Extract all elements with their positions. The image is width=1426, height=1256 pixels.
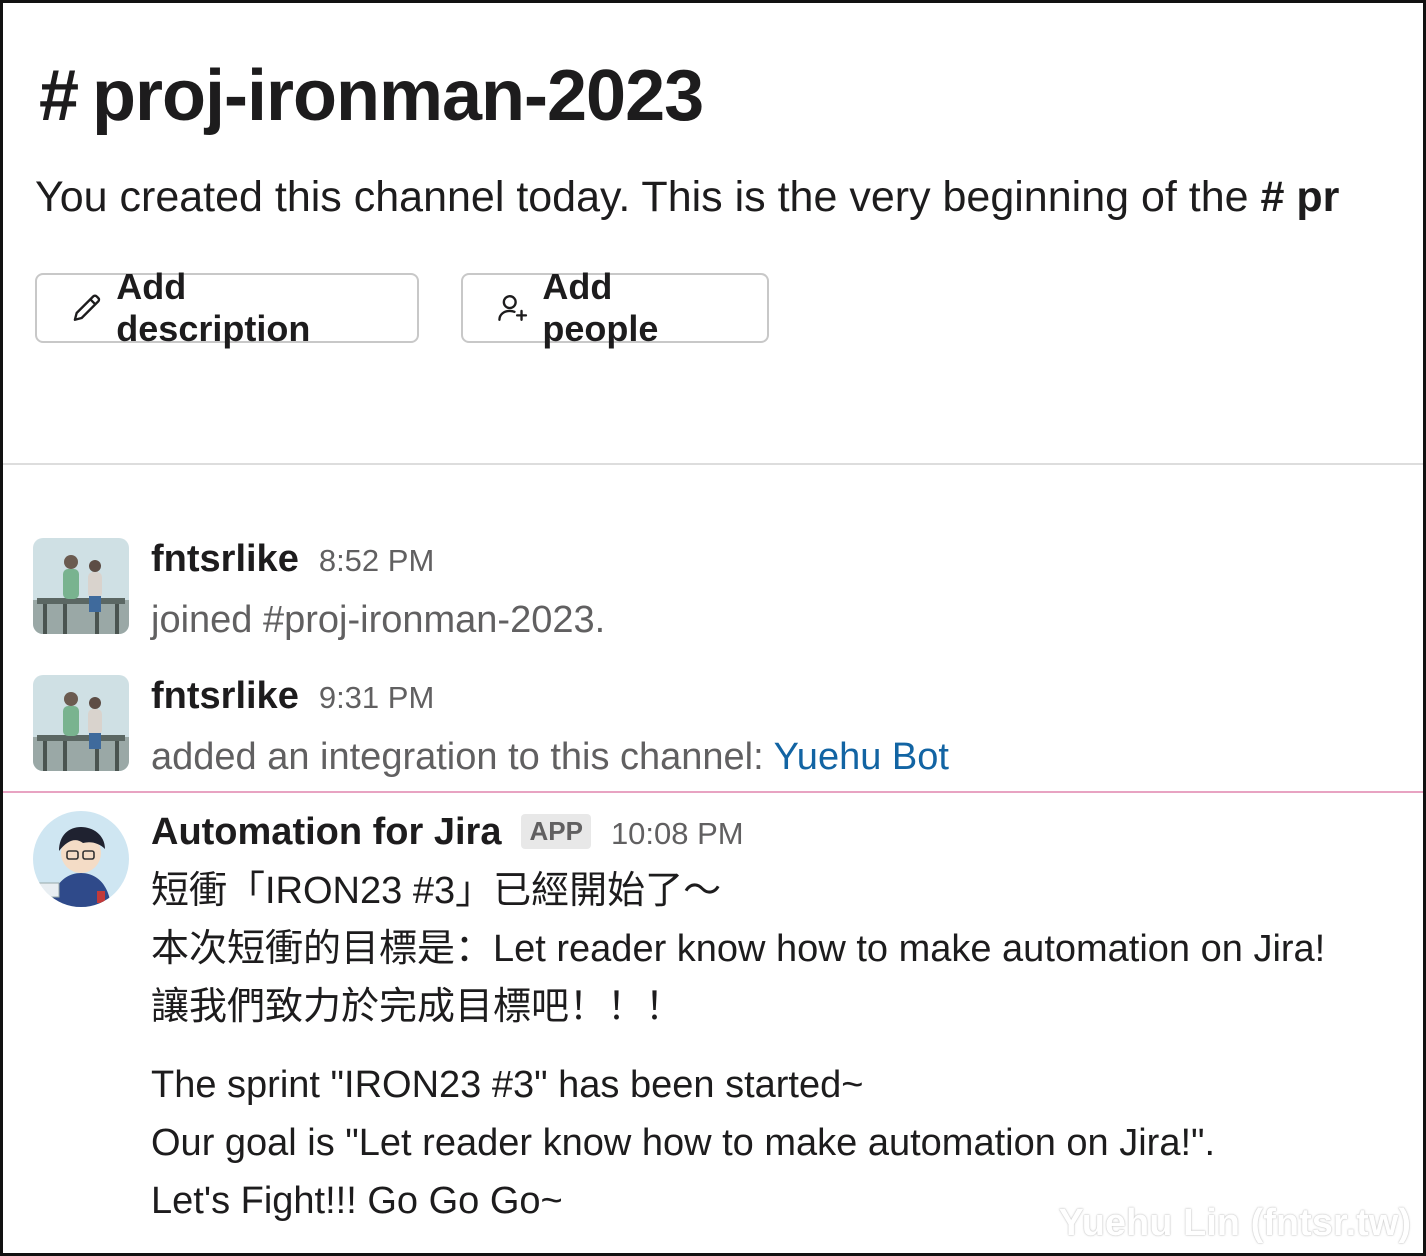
message-author[interactable]: fntsrlike — [151, 675, 299, 718]
pencil-icon — [73, 294, 101, 321]
avatar[interactable] — [33, 675, 129, 771]
message-author[interactable]: Automation for Jira — [151, 811, 501, 854]
message-line: 本次短衝的目標是：Let reader know how to make aut… — [151, 928, 1326, 970]
message-timestamp[interactable]: 8:52 PM — [319, 543, 434, 579]
message-text: joined #proj-ironman-2023. — [151, 599, 606, 641]
message-line: Our goal is "Let reader know how to make… — [151, 1122, 1216, 1164]
message-content: 短衝「IRON23 #3」已經開始了～ 本次短衝的目標是：Let reader … — [151, 862, 1403, 1230]
avatar-illustration-icon — [33, 811, 129, 907]
avatar-illustration-icon — [33, 538, 129, 634]
watermark: Yuehu Lin (fntsr.tw) — [1058, 1202, 1411, 1244]
channel-title: # proj-ironman-2023 — [39, 55, 704, 137]
message-body: fntsrlike 8:52 PM joined #proj-ironman-2… — [151, 538, 1403, 642]
channel-view: # proj-ironman-2023 You created this chan… — [0, 0, 1426, 1256]
message-timestamp[interactable]: 9:31 PM — [319, 680, 434, 716]
message-line: The sprint "IRON23 #3" has been started~ — [151, 1064, 864, 1106]
integration-link[interactable]: Yuehu Bot — [774, 736, 949, 778]
message-line: 讓我們致力於完成目標吧！！！ — [151, 986, 684, 1028]
add-description-label: Add description — [116, 266, 311, 349]
channel-intro: You created this channel today. This is … — [35, 173, 1339, 222]
add-people-button[interactable]: Add people — [461, 266, 769, 349]
message-author[interactable]: fntsrlike — [151, 538, 299, 581]
add-people-label: Add people — [542, 266, 659, 349]
avatar[interactable] — [33, 811, 129, 907]
add-description-button[interactable]: Add description — [35, 266, 419, 349]
message-body: Automation for Jira APP 10:08 PM 短衝「IRON… — [151, 811, 1403, 1230]
message-header: Automation for Jira APP 10:08 PM — [151, 811, 1403, 854]
message-text: added an integration to this channel: Yu… — [151, 736, 1403, 779]
app-badge: APP — [521, 814, 591, 849]
intro-channel-link[interactable]: # pr — [1261, 173, 1340, 221]
message-timestamp[interactable]: 10:08 PM — [611, 816, 744, 852]
intro-text: You created this channel today. This is … — [35, 173, 1249, 221]
header-divider — [3, 463, 1423, 465]
message-body: fntsrlike 9:31 PM added an integration t… — [151, 675, 1403, 779]
avatar[interactable] — [33, 538, 129, 634]
message-header: fntsrlike 8:52 PM — [151, 538, 1403, 581]
hash-icon: # — [39, 56, 79, 136]
message-header: fntsrlike 9:31 PM — [151, 675, 1403, 718]
message-text-content: added an integration to this channel: — [151, 736, 764, 778]
add-person-icon — [498, 295, 528, 321]
new-messages-divider — [3, 791, 1423, 793]
avatar-illustration-icon — [33, 675, 129, 771]
channel-name: proj-ironman-2023 — [92, 56, 704, 136]
message-line: 短衝「IRON23 #3」已經開始了～ — [151, 870, 722, 912]
